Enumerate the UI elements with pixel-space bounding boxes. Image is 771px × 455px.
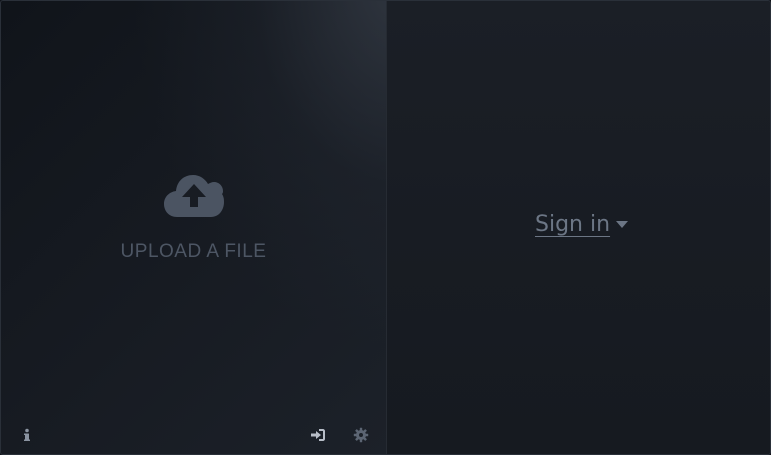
caret-down-icon xyxy=(616,220,629,228)
info-icon[interactable] xyxy=(19,427,35,443)
gear-icon[interactable] xyxy=(353,427,369,443)
cloud-upload-icon xyxy=(163,175,224,217)
signin-panel: Sign in xyxy=(387,1,770,454)
upload-label: UPLOAD A FILE xyxy=(120,241,267,262)
upload-dropzone[interactable]: UPLOAD A FILE xyxy=(1,171,386,263)
signin-dropdown[interactable]: Sign in xyxy=(535,212,629,237)
signin-label: Sign in xyxy=(535,212,611,237)
app-window: UPLOAD A FILE Sign in xyxy=(0,0,771,455)
sign-in-icon[interactable] xyxy=(310,427,326,443)
upload-panel: UPLOAD A FILE xyxy=(1,1,387,454)
